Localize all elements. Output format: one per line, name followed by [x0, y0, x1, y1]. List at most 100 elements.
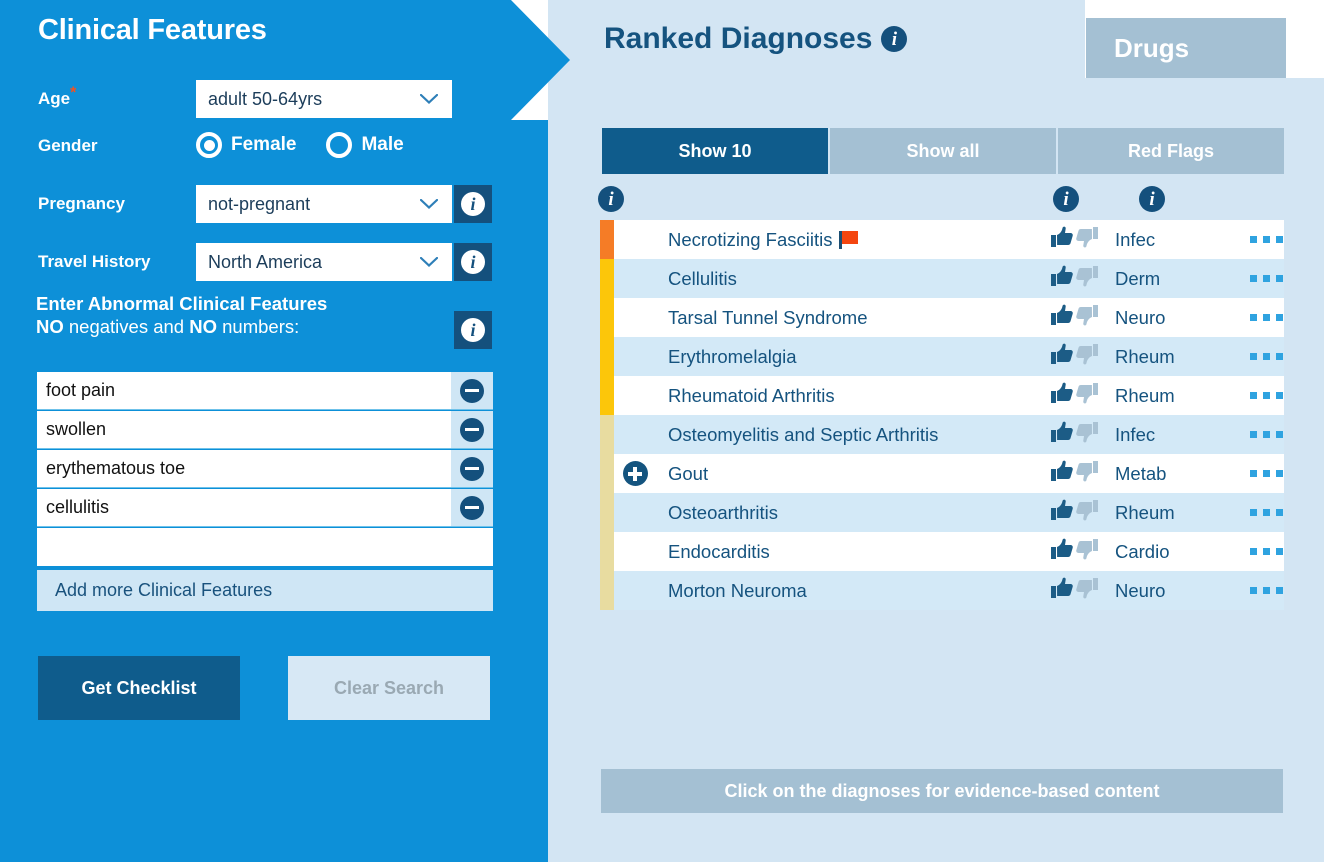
thumbs-down-icon[interactable] — [1076, 381, 1102, 410]
thumbs-down-icon[interactable] — [1076, 225, 1102, 254]
diagnosis-category: Infec — [1115, 423, 1156, 445]
thumbs-down-icon[interactable] — [1076, 498, 1102, 527]
clinical-feature-input-1[interactable]: foot pain — [37, 372, 493, 410]
diagnosis-category: Neuro — [1115, 579, 1166, 601]
diagnosis-name[interactable]: Cellulitis — [668, 268, 737, 290]
diagnosis-category: Cardio — [1115, 540, 1170, 562]
gender-option-female[interactable]: Female — [196, 132, 296, 158]
thumbs-down-icon[interactable] — [1076, 459, 1102, 488]
thumbs-up-icon[interactable] — [1048, 576, 1074, 605]
diagnosis-name-text: Necrotizing Fasciitis — [668, 228, 833, 250]
tab-drugs[interactable]: Drugs — [1086, 18, 1286, 78]
diagnosis-more-options-button[interactable] — [1250, 353, 1283, 360]
thumbs-up-icon[interactable] — [1048, 420, 1074, 449]
thumbs-down-icon[interactable] — [1076, 576, 1102, 605]
vote-controls — [1048, 342, 1102, 371]
diagnosis-row[interactable]: Necrotizing Fasciitis Infec — [600, 220, 1284, 259]
age-select[interactable]: adult 50-64yrs — [196, 80, 452, 118]
thumbs-down-icon[interactable] — [1076, 342, 1102, 371]
diagnosis-name[interactable]: Rheumatoid Arthritis — [668, 385, 835, 407]
thumbs-up-icon[interactable] — [1048, 381, 1074, 410]
diagnosis-name[interactable]: Osteomyelitis and Septic Arthritis — [668, 424, 938, 446]
diagnosis-name-text: Osteoarthritis — [668, 501, 779, 523]
vote-controls — [1048, 498, 1102, 527]
gender-option-male[interactable]: Male — [326, 132, 404, 158]
expand-diagnosis-button[interactable] — [618, 454, 652, 493]
diagnosis-name[interactable]: Endocarditis — [668, 541, 770, 563]
thumbs-up-icon[interactable] — [1048, 303, 1074, 332]
diagnosis-more-options-button[interactable] — [1250, 236, 1283, 243]
get-checklist-button[interactable]: Get Checklist — [38, 656, 240, 720]
clinical-feature-input-5[interactable] — [37, 528, 493, 566]
diagnosis-name-text: Gout — [668, 462, 709, 484]
clear-search-button[interactable]: Clear Search — [288, 656, 490, 720]
thumbs-down-icon[interactable] — [1076, 264, 1102, 293]
travel-history-select[interactable]: North America — [196, 243, 452, 281]
clinical-feature-input-2[interactable]: swollen — [37, 411, 493, 449]
diagnosis-name[interactable]: Gout — [668, 463, 708, 485]
radio-unselected-icon — [326, 132, 353, 158]
features-instruction: Enter Abnormal Clinical Features NO nega… — [36, 292, 436, 339]
evidence-hint-label: Click on the diagnoses for evidence-base… — [724, 780, 1160, 801]
diagnosis-name[interactable]: Erythromelalgia — [668, 346, 797, 368]
vote-column-info-icon[interactable]: i — [1053, 186, 1079, 212]
tab-show-10[interactable]: Show 10 — [602, 128, 830, 174]
diagnosis-more-options-button[interactable] — [1250, 314, 1283, 321]
page-title: Ranked Diagnoses i — [604, 22, 908, 56]
diagnosis-row[interactable]: Endocarditis Cardio — [600, 532, 1284, 571]
remove-feature-button-4[interactable] — [451, 489, 493, 526]
features-instruction-no-2: NO — [189, 316, 217, 338]
thumbs-up-icon[interactable] — [1048, 537, 1074, 566]
travel-history-info-button[interactable]: i — [454, 243, 492, 281]
tab-red-flags[interactable]: Red Flags — [1058, 128, 1284, 174]
diagnosis-more-options-button[interactable] — [1250, 392, 1283, 399]
diagnosis-name[interactable]: Tarsal Tunnel Syndrome — [668, 307, 868, 329]
ranked-diagnoses-info-icon[interactable]: i — [881, 26, 908, 52]
diagnosis-more-options-button[interactable] — [1250, 509, 1283, 516]
clinical-feature-input-4[interactable]: cellulitis — [37, 489, 493, 527]
diagnosis-row[interactable]: Cellulitis Derm — [600, 259, 1284, 298]
diagnosis-name[interactable]: Morton Neuroma — [668, 580, 807, 602]
thumbs-down-icon[interactable] — [1076, 537, 1102, 566]
severity-indicator-bar — [600, 571, 614, 610]
diagnosis-row[interactable]: Rheumatoid Arthritis Rheum — [600, 376, 1284, 415]
thumbs-down-icon[interactable] — [1076, 303, 1102, 332]
vote-controls — [1048, 303, 1102, 332]
severity-indicator-bar — [600, 532, 614, 571]
diagnosis-row[interactable]: Gout Metab — [600, 454, 1284, 493]
minus-icon — [460, 495, 484, 520]
diagnosis-more-options-button[interactable] — [1250, 275, 1283, 282]
diagnosis-name[interactable]: Osteoarthritis — [668, 502, 778, 524]
diagnosis-category: Rheum — [1115, 501, 1175, 523]
clinical-feature-input-3[interactable]: erythematous toe — [37, 450, 493, 488]
diagnosis-column-info-icon[interactable]: i — [598, 186, 624, 212]
diagnosis-more-options-button[interactable] — [1250, 470, 1283, 477]
remove-feature-button-2[interactable] — [451, 411, 493, 448]
category-column-info-icon[interactable]: i — [1139, 186, 1165, 212]
diagnosis-name-text: Erythromelalgia — [668, 345, 797, 367]
diagnosis-more-options-button[interactable] — [1250, 548, 1283, 555]
diagnosis-row[interactable]: Morton Neuroma Neuro — [600, 571, 1284, 610]
diagnosis-more-options-button[interactable] — [1250, 431, 1283, 438]
thumbs-up-icon[interactable] — [1048, 225, 1074, 254]
diagnosis-row[interactable]: Tarsal Tunnel Syndrome Neuro — [600, 298, 1284, 337]
age-value: adult 50-64yrs — [208, 88, 323, 109]
thumbs-up-icon[interactable] — [1048, 498, 1074, 527]
remove-feature-button-3[interactable] — [451, 450, 493, 487]
remove-feature-button-1[interactable] — [451, 372, 493, 409]
severity-indicator-bar — [600, 454, 614, 493]
thumbs-up-icon[interactable] — [1048, 459, 1074, 488]
thumbs-down-icon[interactable] — [1076, 420, 1102, 449]
diagnosis-row[interactable]: Osteomyelitis and Septic Arthritis Infec — [600, 415, 1284, 454]
features-info-button[interactable]: i — [454, 311, 492, 349]
tab-show-all[interactable]: Show all — [830, 128, 1058, 174]
diagnosis-row[interactable]: Osteoarthritis Rheum — [600, 493, 1284, 532]
add-more-clinical-features-button[interactable]: Add more Clinical Features — [37, 570, 493, 611]
diagnoses-list: Necrotizing Fasciitis Infec Cellulitis Derm… — [600, 220, 1284, 610]
diagnosis-more-options-button[interactable] — [1250, 587, 1283, 594]
diagnosis-row[interactable]: Erythromelalgia Rheum — [600, 337, 1284, 376]
red-flag-icon — [838, 230, 861, 249]
diagnosis-name[interactable]: Necrotizing Fasciitis — [668, 229, 861, 251]
thumbs-up-icon[interactable] — [1048, 264, 1074, 293]
thumbs-up-icon[interactable] — [1048, 342, 1074, 371]
